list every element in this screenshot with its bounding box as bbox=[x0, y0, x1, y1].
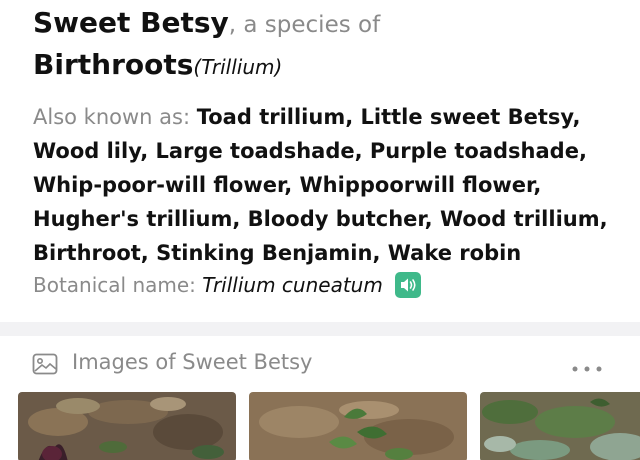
botanical-name-row: Botanical name: Trillium cuneatum bbox=[33, 270, 422, 300]
images-section-header: Images of Sweet Betsy bbox=[0, 336, 640, 384]
title-line-2: Birthroots(Trillium) bbox=[33, 48, 282, 81]
botanical-name-label: Botanical name: bbox=[33, 273, 196, 297]
common-name: Sweet Betsy bbox=[33, 6, 229, 39]
genus-latin-name: (Trillium) bbox=[193, 55, 283, 79]
genus-name[interactable]: Birthroots bbox=[33, 48, 193, 81]
image-gallery bbox=[0, 384, 640, 460]
plant-info-card: Sweet Betsy, a species of Birthroots(Tri… bbox=[0, 0, 640, 322]
section-divider bbox=[0, 322, 640, 336]
speaker-icon[interactable] bbox=[395, 271, 422, 298]
images-section-title: Images of Sweet Betsy bbox=[72, 350, 313, 374]
title-line-1: Sweet Betsy, a species of bbox=[33, 6, 380, 39]
botanical-name-value: Trillium cuneatum bbox=[202, 273, 383, 297]
plant-image-3[interactable] bbox=[480, 392, 640, 460]
plant-image-2[interactable] bbox=[249, 392, 467, 460]
species-of-text: , a species of bbox=[228, 12, 381, 38]
also-known-as-names: Toad trillium, Little sweet Betsy, Wood … bbox=[33, 105, 608, 265]
plant-image-1[interactable] bbox=[18, 392, 236, 460]
also-known-as-label: Also known as: bbox=[33, 105, 191, 129]
more-icon[interactable] bbox=[570, 358, 606, 377]
image-icon bbox=[32, 353, 58, 379]
also-known-as: Also known as: Toad trillium, Little swe… bbox=[33, 100, 613, 270]
